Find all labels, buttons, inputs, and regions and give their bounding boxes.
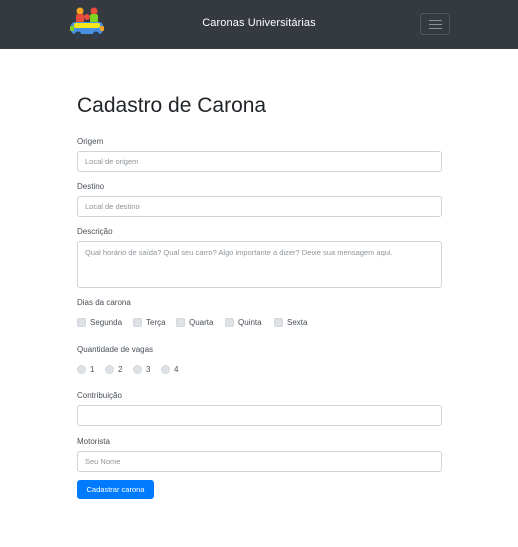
checkbox[interactable]	[133, 318, 142, 327]
checkbox[interactable]	[225, 318, 234, 327]
top-navbar: Caronas Universitárias	[0, 0, 518, 49]
page-title: Cadastro de Carona	[77, 94, 267, 117]
vagas-option-1[interactable]: 1	[77, 365, 94, 374]
dia-option-terca[interactable]: Terça	[133, 318, 166, 327]
hamburger-menu-icon	[429, 20, 442, 21]
contribuicao-label: Contribuição	[77, 391, 122, 400]
navbar-menu-button[interactable]	[420, 13, 450, 35]
radio[interactable]	[161, 365, 170, 374]
vagas-option-4[interactable]: 4	[161, 365, 178, 374]
radio[interactable]	[77, 365, 86, 374]
vagas-option-3[interactable]: 3	[133, 365, 150, 374]
dia-option-quarta[interactable]: Quarta	[176, 318, 213, 327]
origem-label: Origem	[77, 137, 104, 146]
motorista-label: Motorista	[77, 437, 110, 446]
dia-option-segunda[interactable]: Segunda	[77, 318, 122, 327]
checkbox[interactable]	[274, 318, 283, 327]
destino-label: Destino	[77, 182, 105, 191]
vagas-option-2[interactable]: 2	[105, 365, 122, 374]
cadastrar-carona-button[interactable]: Cadastrar carona	[77, 480, 154, 499]
descricao-textarea[interactable]	[77, 241, 442, 288]
origem-input[interactable]	[77, 151, 442, 172]
descricao-label: Descrição	[77, 227, 113, 236]
dia-option-sexta[interactable]: Sexta	[274, 318, 307, 327]
radio[interactable]	[133, 365, 142, 374]
dia-option-quinta[interactable]: Quinta	[225, 318, 262, 327]
checkbox[interactable]	[176, 318, 185, 327]
dias-label: Dias da carona	[77, 298, 131, 307]
contribuicao-input[interactable]	[77, 405, 442, 426]
destino-input[interactable]	[77, 196, 442, 217]
vagas-label: Quantidade de vagas	[77, 345, 154, 354]
radio[interactable]	[105, 365, 114, 374]
checkbox[interactable]	[77, 318, 86, 327]
motorista-input[interactable]	[77, 451, 442, 472]
